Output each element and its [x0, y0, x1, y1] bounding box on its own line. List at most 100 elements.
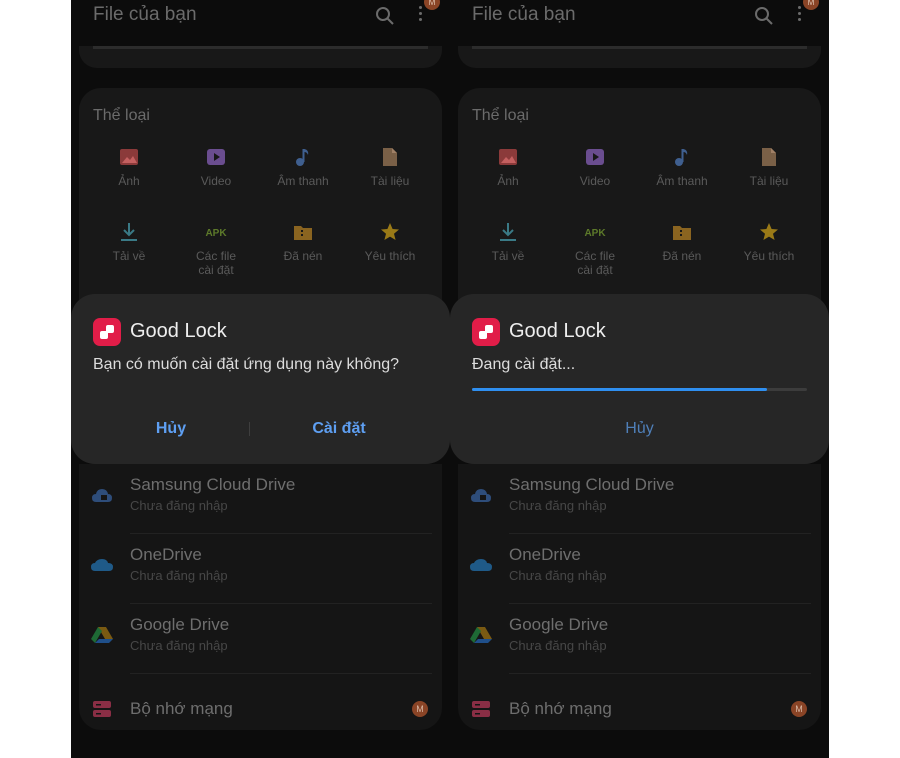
notification-badge: M: [412, 701, 428, 717]
category-favorites[interactable]: Yêu thích: [724, 221, 814, 263]
category-label: Các file cài đặt: [195, 249, 236, 277]
phone-screen-left: File của bạn M Thể loại Ảnh Video Âm tha…: [71, 0, 450, 758]
list-item-subtitle: Chưa đăng nhập: [130, 638, 228, 653]
music-icon: [296, 149, 309, 166]
archive-icon: [294, 226, 312, 240]
storage-list: Samsung Cloud Drive Chưa đăng nhập OneDr…: [79, 464, 442, 730]
category-label: Tài liệu: [749, 174, 789, 188]
categories-card: Thể loại Ảnh Video Âm thanh Tài liệu Tải…: [79, 88, 442, 328]
category-label: Đã nén: [283, 249, 323, 263]
list-item-title: Samsung Cloud Drive: [130, 475, 296, 494]
list-item-onedrive[interactable]: OneDrive Chưa đăng nhập: [79, 534, 442, 604]
star-icon: [760, 223, 778, 240]
notification-badge: M: [803, 0, 819, 10]
list-item-subtitle: Chưa đăng nhập: [509, 498, 607, 513]
download-icon: [500, 223, 516, 241]
category-documents[interactable]: Tài liệu: [724, 146, 814, 188]
category-label: Âm thanh: [277, 174, 329, 188]
list-item-title: OneDrive: [130, 545, 202, 564]
app-bar: File của bạn M: [450, 0, 829, 34]
cancel-button[interactable]: Hủy: [450, 420, 829, 438]
list-item-title: Bộ nhớ mạng: [509, 699, 612, 718]
category-label: Video: [200, 174, 232, 188]
page-title: File của bạn: [93, 4, 197, 25]
category-video[interactable]: Video: [171, 146, 261, 188]
search-icon[interactable]: [375, 6, 395, 26]
google-drive-icon: [91, 627, 113, 643]
page-title: File của bạn: [472, 4, 576, 25]
category-installers[interactable]: APK Các file cài đặt: [550, 221, 640, 277]
category-video[interactable]: Video: [550, 146, 640, 188]
network-storage-icon: [93, 701, 111, 717]
category-favorites[interactable]: Yêu thích: [345, 221, 435, 263]
category-label: Ảnh: [118, 174, 140, 188]
apk-icon: APK: [205, 228, 227, 239]
install-button[interactable]: Cài đặt: [271, 420, 407, 438]
list-item-samsung-cloud[interactable]: Samsung Cloud Drive Chưa đăng nhập: [79, 464, 442, 534]
category-label: Tải về: [491, 249, 525, 263]
download-icon: [121, 223, 137, 241]
more-options-icon[interactable]: [794, 4, 804, 26]
category-audio[interactable]: Âm thanh: [258, 146, 348, 188]
dialog-title: Good Lock: [130, 320, 227, 342]
category-audio[interactable]: Âm thanh: [637, 146, 727, 188]
dialog-title: Good Lock: [509, 320, 606, 342]
category-label: Video: [579, 174, 611, 188]
svg-text:APK: APK: [584, 228, 606, 239]
category-downloads[interactable]: Tải về: [84, 221, 174, 263]
list-item-subtitle: Chưa đăng nhập: [130, 568, 228, 583]
good-lock-app-icon: [93, 318, 121, 346]
samsung-cloud-icon: [92, 489, 112, 502]
category-compressed[interactable]: Đã nén: [637, 221, 727, 263]
network-storage-icon: [472, 701, 490, 717]
category-label: Đã nén: [662, 249, 702, 263]
list-item-subtitle: Chưa đăng nhập: [130, 498, 228, 513]
list-item-subtitle: Chưa đăng nhập: [509, 568, 607, 583]
list-item-title: OneDrive: [509, 545, 581, 564]
notification-badge: M: [791, 701, 807, 717]
dialog-message: Bạn có muốn cài đặt ứng dụng này không?: [93, 356, 400, 373]
image-icon: [499, 149, 517, 165]
list-item-network-storage[interactable]: Bộ nhớ mạng M: [458, 674, 821, 744]
svg-text:APK: APK: [205, 228, 227, 239]
music-icon: [675, 149, 688, 166]
category-label: Tài liệu: [370, 174, 410, 188]
storage-summary-card: [458, 46, 821, 68]
onedrive-icon: [470, 559, 492, 571]
category-compressed[interactable]: Đã nén: [258, 221, 348, 263]
list-item-google-drive[interactable]: Google Drive Chưa đăng nhập: [458, 604, 821, 674]
google-drive-icon: [470, 627, 492, 643]
section-title: Thể loại: [93, 107, 150, 124]
search-icon[interactable]: [754, 6, 774, 26]
video-icon: [207, 149, 225, 165]
more-options-icon[interactable]: [415, 4, 425, 26]
section-title: Thể loại: [472, 107, 529, 124]
category-images[interactable]: Ảnh: [84, 146, 174, 188]
list-item-google-drive[interactable]: Google Drive Chưa đăng nhập: [79, 604, 442, 674]
list-item-title: Google Drive: [509, 615, 609, 634]
onedrive-icon: [91, 559, 113, 571]
category-documents[interactable]: Tài liệu: [345, 146, 435, 188]
category-label: Yêu thích: [743, 249, 795, 263]
list-item-samsung-cloud[interactable]: Samsung Cloud Drive Chưa đăng nhập: [458, 464, 821, 534]
dialog-message: Đang cài đặt...: [472, 356, 576, 373]
install-progress-fill: [472, 388, 767, 391]
cancel-button[interactable]: Hủy: [111, 420, 231, 438]
archive-icon: [673, 226, 691, 240]
list-item-title: Samsung Cloud Drive: [509, 475, 675, 494]
app-bar: File của bạn M: [71, 0, 450, 34]
category-downloads[interactable]: Tải về: [463, 221, 553, 263]
samsung-cloud-icon: [471, 489, 491, 502]
star-icon: [381, 223, 399, 240]
install-progress-bar: [472, 388, 807, 391]
category-installers[interactable]: APK Các file cài đặt: [171, 221, 261, 277]
category-images[interactable]: Ảnh: [463, 146, 553, 188]
phone-screen-right: File của bạn M Thể loại Ảnh Video Âm tha…: [450, 0, 829, 758]
category-label: Tải về: [112, 249, 146, 263]
button-divider: [249, 422, 250, 436]
list-item-network-storage[interactable]: Bộ nhớ mạng M: [79, 674, 442, 744]
list-item-title: Google Drive: [130, 615, 230, 634]
list-item-onedrive[interactable]: OneDrive Chưa đăng nhập: [458, 534, 821, 604]
installing-progress-dialog: Good Lock Đang cài đặt... Hủy: [450, 294, 829, 464]
storage-summary-card: [79, 46, 442, 68]
